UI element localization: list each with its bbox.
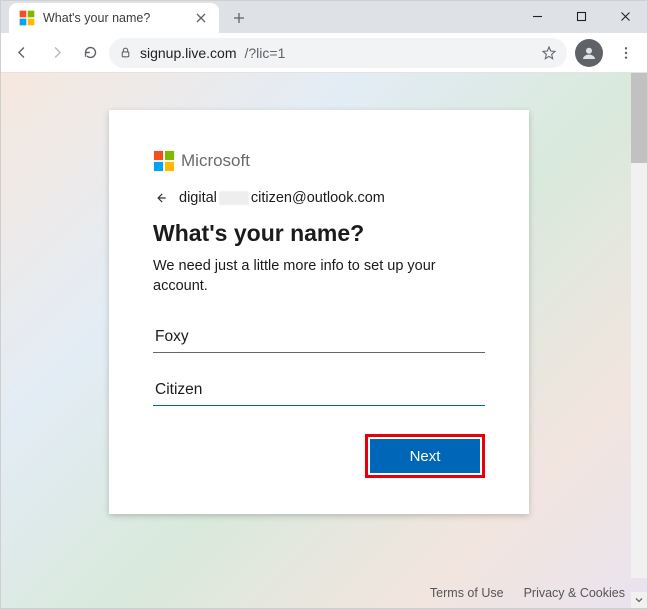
highlight-box: Next: [365, 434, 485, 478]
page-heading: What's your name?: [153, 220, 485, 247]
nav-reload-button[interactable]: [75, 38, 105, 68]
url-path: /?lic=1: [245, 45, 286, 61]
privacy-link[interactable]: Privacy & Cookies: [524, 586, 625, 600]
lock-icon: [119, 46, 132, 59]
address-bar[interactable]: signup.live.com /?lic=1: [109, 38, 567, 68]
terms-link[interactable]: Terms of Use: [430, 586, 504, 600]
identity-email: digitalcitizen@outlook.com: [179, 190, 385, 206]
first-name-field[interactable]: [153, 322, 485, 353]
last-name-field[interactable]: [153, 375, 485, 406]
nav-forward-button[interactable]: [41, 38, 71, 68]
url-domain: signup.live.com: [140, 45, 237, 61]
brand-row: Microsoft: [153, 150, 485, 172]
window-controls: [515, 1, 647, 31]
bookmark-star-icon[interactable]: [541, 45, 557, 61]
signup-card: Microsoft digitalcitizen@outlook.com Wha…: [109, 110, 529, 514]
scrollbar-down-icon[interactable]: [631, 592, 647, 608]
browser-tab[interactable]: What's your name?: [9, 3, 219, 33]
page-subtext: We need just a little more info to set u…: [153, 257, 485, 296]
next-button[interactable]: Next: [370, 439, 480, 473]
new-tab-button[interactable]: [225, 4, 253, 32]
window-maximize-button[interactable]: [559, 1, 603, 31]
identity-back-icon[interactable]: [153, 190, 169, 206]
nav-back-button[interactable]: [7, 38, 37, 68]
brand-name: Microsoft: [181, 151, 250, 171]
browser-menu-button[interactable]: [611, 38, 641, 68]
browser-toolbar: signup.live.com /?lic=1: [1, 33, 647, 73]
tab-close-icon[interactable]: [193, 10, 209, 26]
profile-avatar-icon[interactable]: [575, 39, 603, 67]
tab-title: What's your name?: [43, 11, 185, 25]
scrollbar-thumb[interactable]: [631, 73, 647, 163]
window-minimize-button[interactable]: [515, 1, 559, 31]
titlebar: What's your name?: [1, 1, 647, 33]
redacted-segment: [219, 191, 249, 205]
footer-links: Terms of Use Privacy & Cookies: [430, 586, 625, 600]
page-viewport: Microsoft digitalcitizen@outlook.com Wha…: [1, 73, 647, 608]
browser-window: What's your name? signup.live.com /?lic=1: [0, 0, 648, 609]
identity-row[interactable]: digitalcitizen@outlook.com: [153, 190, 485, 206]
microsoft-logo-icon: [153, 150, 175, 172]
ms-favicon-icon: [19, 10, 35, 26]
window-close-button[interactable]: [603, 1, 647, 31]
